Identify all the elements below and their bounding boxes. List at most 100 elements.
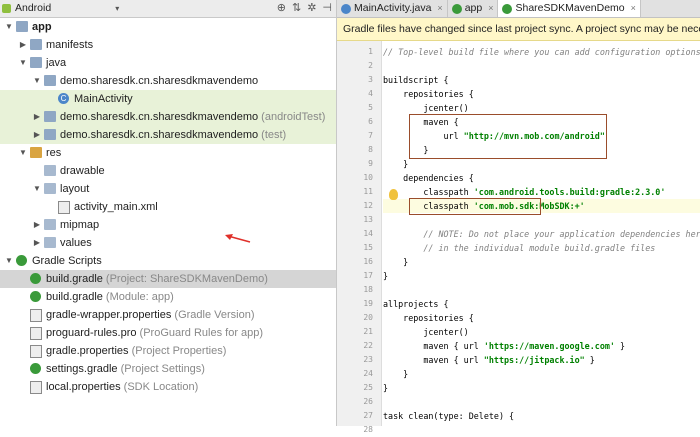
tree-item[interactable]: ▼ demo.sharesdk.cn.sharesdkmavendemo (0, 72, 336, 90)
tree-item-label: build.gradle (Project: ShareSDKMavenDemo… (46, 273, 268, 285)
tree-item-label: drawable (60, 165, 105, 177)
collapse-arrow-icon[interactable]: ▶ (32, 108, 42, 126)
folder-icon (16, 21, 28, 32)
line-number: 21 (363, 327, 373, 336)
expand-arrow-icon[interactable]: ▼ (18, 54, 28, 72)
folder-icon (44, 165, 56, 176)
collapse-arrow-icon[interactable]: ▶ (32, 234, 42, 252)
tree-item-label: layout (60, 183, 90, 195)
line-number: 14 (363, 229, 373, 238)
code-line: } (383, 257, 409, 267)
line-number: 25 (363, 383, 373, 392)
tree-item[interactable]: ▼ Gradle Scripts (0, 252, 336, 270)
tree-item-label: build.gradle (Module: app) (46, 291, 174, 303)
line-number: 18 (363, 285, 373, 294)
folder-icon (44, 111, 56, 122)
tree-item[interactable]: proguard-rules.pro (ProGuard Rules for a… (0, 324, 336, 342)
gear-icon[interactable]: ✲ (307, 1, 316, 14)
tree-item[interactable]: gradle-wrapper.properties (Gradle Versio… (0, 306, 336, 324)
folder-icon (44, 129, 56, 140)
editor-tab[interactable]: ShareSDKMavenDemo × (498, 0, 641, 17)
tree-item[interactable]: ▶ mipmap (0, 216, 336, 234)
view-mode-label: Android (15, 2, 52, 14)
maven-highlight-box (409, 114, 607, 159)
file-icon (30, 327, 42, 340)
tree-item[interactable]: C MainActivity (0, 90, 336, 108)
expand-arrow-icon[interactable]: ▼ (4, 18, 14, 36)
tree-item-hint: (SDK Location) (120, 381, 199, 393)
close-tab-icon[interactable]: × (631, 0, 636, 17)
folder-icon (44, 219, 56, 230)
code-line: } (383, 159, 409, 169)
line-number: 19 (363, 299, 373, 308)
folder-icon (44, 183, 56, 194)
sync-banner[interactable]: Gradle files have changed since last pro… (337, 18, 700, 41)
line-number: 6 (368, 117, 373, 126)
line-number: 4 (368, 89, 373, 98)
line-number: 12 (363, 201, 373, 210)
tree-item-label: demo.sharesdk.cn.sharesdkmavendemo (andr… (60, 111, 326, 123)
file-icon (30, 309, 42, 322)
tree-item-hint: (androidTest) (258, 111, 326, 123)
expand-arrow-icon[interactable]: ▼ (4, 252, 14, 270)
project-toolbar: Android ▾ ⊕ ⇅ ✲ ⊣ (0, 0, 336, 18)
line-number: 3 (368, 75, 373, 84)
target-icon[interactable]: ⊕ (277, 1, 286, 14)
tree-item[interactable]: local.properties (SDK Location) (0, 378, 336, 396)
gradle-icon (502, 3, 513, 14)
expand-arrow-icon[interactable]: ▼ (32, 72, 42, 90)
editor-tab[interactable]: app × (448, 0, 499, 17)
tree-item-label: gradle-wrapper.properties (Gradle Versio… (46, 309, 255, 321)
tree-item[interactable]: drawable (0, 162, 336, 180)
project-panel: Android ▾ ⊕ ⇅ ✲ ⊣ ▼ app ▶ manifests ▼ java ▼ de… (0, 0, 337, 426)
view-mode-dropdown[interactable]: Android ▾ (2, 2, 119, 14)
tree-item-label: activity_main.xml (74, 201, 158, 213)
tree-item-hint: (ProGuard Rules for app) (136, 327, 264, 339)
tree-item-label: app (32, 21, 52, 33)
tree-item[interactable]: ▼ app (0, 18, 336, 36)
collapse-arrow-icon[interactable]: ▶ (32, 216, 42, 234)
tree-item[interactable]: build.gradle (Project: ShareSDKMavenDemo… (0, 270, 336, 288)
code-line: repositories { (383, 89, 474, 99)
tree-item[interactable]: ▼ java (0, 54, 336, 72)
line-number: 26 (363, 397, 373, 406)
expand-arrow-icon[interactable]: ▼ (32, 180, 42, 198)
collapse-arrow-icon[interactable]: ▶ (18, 36, 28, 54)
code-line: } (383, 271, 389, 281)
tree-item[interactable]: gradle.properties (Project Properties) (0, 342, 336, 360)
tree-item-label: settings.gradle (Project Settings) (46, 363, 205, 375)
tree-item[interactable]: settings.gradle (Project Settings) (0, 360, 336, 378)
tree-item[interactable]: build.gradle (Module: app) (0, 288, 336, 306)
classpath-highlight-box (409, 198, 541, 215)
project-tree: ▼ app ▶ manifests ▼ java ▼ demo.sharesdk.cn.sha… (0, 18, 336, 396)
hide-icon[interactable]: ⊣ (322, 1, 332, 14)
code-line: } (383, 369, 409, 379)
tree-item[interactable]: ▶ values (0, 234, 336, 252)
gradle-icon (30, 363, 41, 374)
settings-icon[interactable]: ⇅ (292, 1, 301, 14)
tree-item-label: demo.sharesdk.cn.sharesdkmavendemo (test… (60, 129, 287, 141)
code-area[interactable]: // Top-level build file where you can ad… (381, 41, 700, 426)
close-tab-icon[interactable]: × (488, 0, 493, 17)
tree-item[interactable]: activity_main.xml (0, 198, 336, 216)
lightbulb-icon[interactable] (389, 189, 398, 200)
expand-arrow-icon[interactable]: ▼ (18, 144, 28, 162)
close-tab-icon[interactable]: × (437, 0, 442, 17)
code-line: buildscript { (383, 75, 449, 85)
editor-tabs: MainActivity.java × app × ShareSDKMavenDemo × (337, 0, 700, 18)
tree-item[interactable]: ▶ demo.sharesdk.cn.sharesdkmavendemo (tes… (0, 126, 336, 144)
tree-item[interactable]: ▼ layout (0, 180, 336, 198)
tree-item[interactable]: ▶ manifests (0, 36, 336, 54)
code-line: jcenter() (383, 103, 469, 113)
tree-item-label: local.properties (SDK Location) (46, 381, 199, 393)
tree-item-label: res (46, 147, 62, 159)
folder-icon (44, 75, 56, 86)
code-line: maven { url "https://jitpack.io" } (383, 355, 595, 365)
line-number: 20 (363, 313, 373, 322)
tree-item[interactable]: ▼ res (0, 144, 336, 162)
collapse-arrow-icon[interactable]: ▶ (32, 126, 42, 144)
editor-tab[interactable]: MainActivity.java × (337, 0, 448, 17)
tree-item[interactable]: ▶ demo.sharesdk.cn.sharesdkmavendemo (and… (0, 108, 336, 126)
line-number: 9 (368, 159, 373, 168)
chevron-down-icon: ▾ (115, 3, 120, 13)
